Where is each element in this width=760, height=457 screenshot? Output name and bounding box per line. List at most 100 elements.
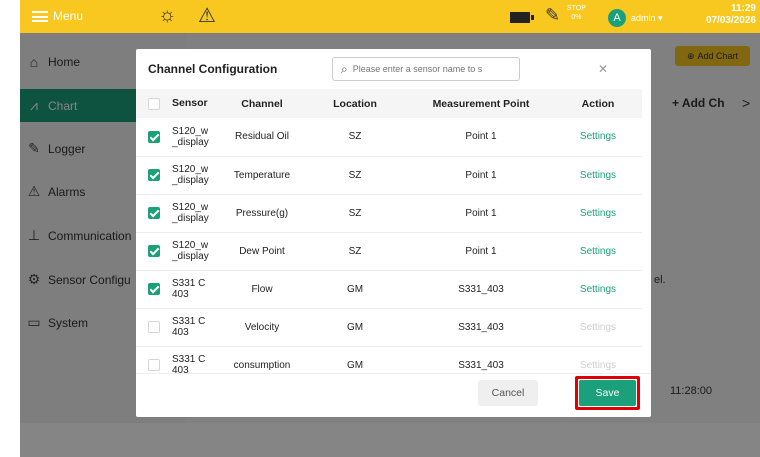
settings-link[interactable]: Settings	[580, 208, 616, 219]
battery-icon	[510, 12, 534, 23]
row-check-cell	[136, 232, 172, 270]
clock-date: 07/03/2026	[705, 15, 756, 26]
cancel-button[interactable]: Cancel	[478, 380, 538, 406]
search-icon: ⌕	[341, 61, 348, 76]
location-cell: SZ	[348, 131, 362, 143]
settings-link: Settings	[579, 321, 617, 333]
action-cell: Settings	[554, 194, 642, 232]
clock: 11:29 07/03/2026	[706, 3, 756, 27]
column-header-sensor: Sensor	[172, 97, 208, 109]
row-check-cell	[136, 308, 172, 346]
sensor-line1: S331 C	[172, 354, 206, 365]
select-all-checkbox[interactable]	[148, 97, 160, 110]
close-icon[interactable]: ✕	[598, 62, 608, 76]
column-header-channel: Channel	[241, 97, 283, 110]
table-row: S331 C 403 consumption GM S331_403 Settin…	[136, 346, 642, 373]
edit-icon[interactable]: ✎	[545, 5, 560, 26]
sensor-cell: S331 C 403	[172, 308, 222, 346]
location-cell: GM	[346, 359, 364, 371]
sensor-line1: S331 C	[172, 278, 206, 289]
action-cell: Settings	[554, 118, 642, 156]
sensor-line1: S120_w	[172, 164, 209, 175]
sensor-line1: S120_w	[172, 202, 209, 213]
settings-link[interactable]: Settings	[580, 170, 616, 181]
sensor-cell: S120_w _display	[172, 156, 222, 194]
sensor-search[interactable]: ⌕	[332, 57, 520, 81]
action-cell: Settings	[554, 308, 642, 346]
settings-link[interactable]: Settings	[580, 131, 616, 142]
sensor-line2: 403	[172, 365, 189, 373]
app-window: g Menu ☼ ⚠ ✎ STOP 0% A admin ▾ 11:29 07/…	[0, 0, 760, 457]
table-header-row: Sensor Channel Location Measurement Poin…	[136, 89, 642, 118]
sensor-line2: 403	[172, 289, 189, 300]
warning-icon[interactable]: ⚠	[198, 3, 216, 28]
row-check-cell	[136, 156, 172, 194]
channel-cell: Dew Point	[239, 245, 285, 257]
table-row: S120_w _display Residual Oil SZ Point 1 S…	[136, 118, 642, 156]
measurement-point-cell: Point 1	[465, 207, 497, 219]
top-bar: Menu ☼ ⚠ ✎ STOP 0% A admin ▾ 11:29 07/03…	[20, 0, 760, 33]
sensor-cell: S331 C 403	[172, 346, 222, 373]
save-button[interactable]: Save	[579, 380, 636, 406]
brightness-icon[interactable]: ☼	[158, 4, 176, 27]
row-check-cell	[136, 118, 172, 156]
measurement-point-cell: S331_403	[458, 321, 504, 333]
row-checkbox[interactable]	[148, 321, 160, 333]
dialog-header: Channel Configuration ⌕ ✕	[136, 49, 651, 89]
action-cell: Settings	[554, 270, 642, 308]
search-input[interactable]	[352, 64, 508, 74]
location-cell: SZ	[348, 207, 362, 219]
stop-indicator: STOP 0%	[567, 4, 586, 22]
row-checkbox[interactable]	[148, 283, 160, 295]
row-checkbox[interactable]	[148, 359, 160, 371]
sensor-cell: S120_w _display	[172, 194, 222, 232]
settings-link: Settings	[579, 359, 617, 371]
measurement-point-cell: Point 1	[465, 245, 497, 257]
settings-link[interactable]: Settings	[580, 246, 616, 257]
sensor-line2: _display	[172, 175, 209, 186]
sensor-line1: S120_w	[172, 125, 209, 137]
location-cell: SZ	[348, 245, 362, 257]
row-checkbox[interactable]	[148, 169, 160, 181]
action-cell: Settings	[554, 232, 642, 270]
row-check-cell	[136, 194, 172, 232]
channel-table: Sensor Channel Location Measurement Poin…	[136, 89, 642, 373]
sensor-cell: S120_w _display	[172, 118, 222, 156]
clock-time: 11:29	[730, 3, 756, 14]
user-menu[interactable]: admin ▾	[631, 13, 663, 24]
channel-cell: Pressure(g)	[235, 207, 289, 219]
measurement-point-cell: Point 1	[465, 169, 497, 181]
sensor-line2: _display	[172, 251, 209, 262]
table-row: S331 C 403 Velocity GM S331_403 Settings	[136, 308, 642, 346]
measurement-point-cell: S331_403	[458, 359, 504, 371]
table-row: S120_w _display Pressure(g) SZ Point 1 Se…	[136, 194, 642, 232]
stop-percent: 0%	[571, 14, 582, 21]
sensor-line2: 403	[172, 327, 189, 338]
sensor-cell: S120_w _display	[172, 232, 222, 270]
row-checkbox[interactable]	[148, 130, 160, 143]
sensor-line2: _display	[172, 213, 209, 224]
settings-link[interactable]: Settings	[580, 284, 616, 295]
column-header-measurement-point: Measurement Point	[432, 97, 530, 110]
channel-configuration-dialog: Channel Configuration ⌕ ✕ Sensor Channel…	[136, 49, 651, 417]
action-cell: Settings	[554, 346, 642, 373]
action-cell: Settings	[554, 156, 642, 194]
location-cell: SZ	[348, 169, 362, 181]
avatar[interactable]: A	[608, 9, 626, 27]
table-row: S331 C 403 Flow GM S331_403 Settings	[136, 270, 642, 308]
select-all-cell	[136, 89, 172, 118]
channel-cell: Temperature	[233, 169, 291, 181]
menu-button[interactable]: Menu	[32, 9, 83, 23]
dialog-title: Channel Configuration	[148, 62, 278, 76]
table-row: S120_w _display Temperature SZ Point 1 Se…	[136, 156, 642, 194]
channel-cell: Residual Oil	[235, 131, 289, 143]
stop-label: STOP	[567, 5, 586, 12]
channel-cell: consumption	[233, 359, 291, 371]
row-checkbox[interactable]	[148, 245, 160, 257]
channel-cell: Flow	[251, 283, 273, 295]
channel-cell: Velocity	[244, 321, 280, 333]
row-checkbox[interactable]	[148, 207, 160, 219]
measurement-point-cell: S331_403	[458, 283, 504, 295]
channel-table-container[interactable]: Sensor Channel Location Measurement Poin…	[136, 89, 651, 373]
menu-label: Menu	[53, 9, 84, 23]
